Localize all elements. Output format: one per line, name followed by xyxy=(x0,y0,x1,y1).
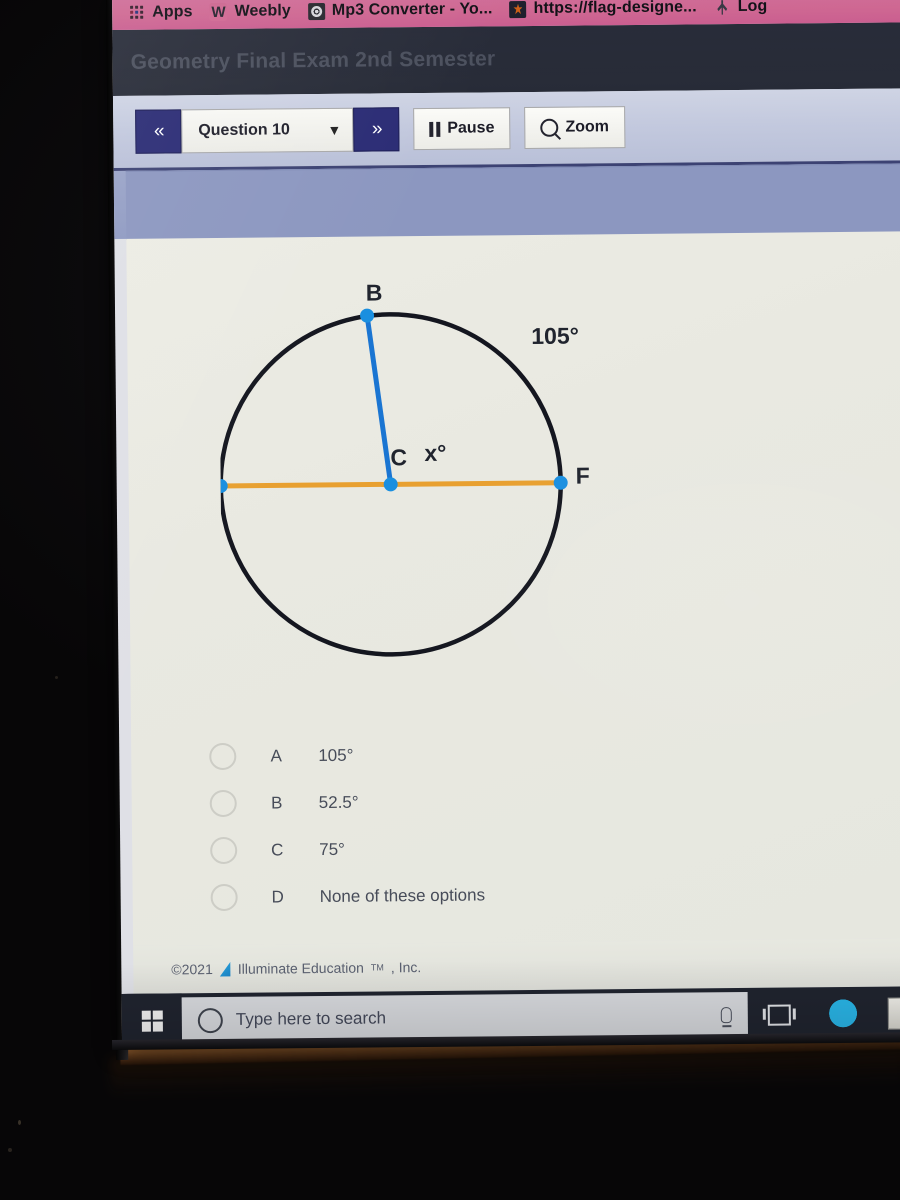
dust-speck xyxy=(18,1120,21,1125)
search-icon xyxy=(540,118,559,137)
microphone-icon[interactable] xyxy=(720,1007,732,1024)
bookmark-flag-designer[interactable]: https://flag-designe... xyxy=(505,0,710,26)
exam-toolbar: « Question 10 ▼ » Pause Zoom xyxy=(112,88,900,171)
radio-button-b[interactable] xyxy=(209,789,237,818)
trademark-symbol: TM xyxy=(370,962,384,973)
previous-question-button[interactable]: « xyxy=(135,109,182,154)
bookmark-label: Mp3 Converter - Yo... xyxy=(331,0,493,19)
question-select-value: Question 10 xyxy=(198,121,290,140)
question-select-dropdown[interactable]: Question 10 ▼ xyxy=(181,107,354,154)
label-point-f: F xyxy=(575,462,590,489)
illuminate-logo-icon xyxy=(220,961,231,976)
bookmark-apps[interactable]: Apps xyxy=(126,0,206,30)
bookmark-log[interactable]: Log xyxy=(710,0,781,24)
page-footer: ©2021 Illuminate Education TM , Inc. xyxy=(133,938,900,994)
bookmark-label: Apps xyxy=(152,3,193,21)
radio-button-a[interactable] xyxy=(209,742,237,771)
point-f-marker xyxy=(553,475,568,490)
cortana-circle-icon[interactable] xyxy=(197,1007,223,1033)
bookmark-label: Log xyxy=(737,0,768,15)
label-point-b: B xyxy=(365,279,383,306)
point-left-marker xyxy=(218,478,228,493)
option-text: 75° xyxy=(319,839,346,859)
question-banner-strip xyxy=(113,163,900,240)
search-input[interactable]: Type here to search xyxy=(236,1005,708,1030)
page-title: Geometry Final Exam 2nd Semester xyxy=(130,47,496,74)
pause-label: Pause xyxy=(447,119,495,137)
answer-option-d[interactable]: D None of these options xyxy=(210,869,770,921)
answer-options-list: A 105° B 52.5° C 75° D None of these opt… xyxy=(209,728,771,921)
option-text: 105° xyxy=(318,745,354,765)
dust-speck xyxy=(8,1148,12,1152)
option-letter: A xyxy=(270,745,283,766)
label-arc-measure: 105° xyxy=(531,322,579,349)
label-center-c: C xyxy=(390,444,408,471)
label-unknown-angle: x° xyxy=(424,439,447,467)
radio-button-c[interactable] xyxy=(210,836,238,865)
copyright-year: ©2021 xyxy=(171,961,213,978)
apps-grid-icon xyxy=(130,5,145,20)
windows-logo-icon xyxy=(141,1010,163,1032)
zoom-button[interactable]: Zoom xyxy=(524,106,626,150)
answer-option-b[interactable]: B 52.5° xyxy=(209,775,770,827)
question-banner-inner xyxy=(125,163,900,240)
option-letter: C xyxy=(270,839,284,860)
question-content-area: B C x° F 105° A 105° B 52.5° C 75° D Non… xyxy=(126,231,900,946)
dust-speck xyxy=(55,676,58,679)
circle-diagram: B C x° F 105° xyxy=(218,266,643,670)
bookmark-mp3-converter[interactable]: Mp3 Converter - Yo... xyxy=(304,0,506,28)
chevron-down-icon: ▼ xyxy=(327,121,342,138)
flag-designer-favicon xyxy=(509,0,527,18)
pause-icon xyxy=(429,121,441,137)
option-text: 52.5° xyxy=(318,792,359,812)
point-c-marker xyxy=(383,477,398,492)
option-text: None of these options xyxy=(319,884,486,906)
option-letter: D xyxy=(271,886,284,907)
point-b-marker xyxy=(360,308,375,323)
radio-button-d[interactable] xyxy=(210,883,238,912)
bookmark-label: Weebly xyxy=(234,2,291,20)
option-letter: B xyxy=(270,792,283,813)
radius-segment xyxy=(364,315,394,485)
mp3-converter-favicon xyxy=(307,2,325,20)
weebly-favicon: W xyxy=(209,2,228,22)
next-question-button[interactable]: » xyxy=(353,107,400,152)
log-favicon xyxy=(714,0,731,16)
edge-browser-icon: e xyxy=(828,993,863,1034)
laptop-screen: Apps W Weebly Mp3 Converter - Yo... http… xyxy=(112,0,900,1048)
zoom-label: Zoom xyxy=(565,118,610,136)
exam-header: Geometry Final Exam 2nd Semester xyxy=(112,22,900,96)
answer-option-c[interactable]: C 75° xyxy=(210,822,770,874)
task-view-icon xyxy=(767,1004,791,1026)
answer-option-a[interactable]: A 105° xyxy=(209,728,769,780)
company-name: Illuminate Education xyxy=(237,959,364,977)
bookmark-weebly[interactable]: W Weebly xyxy=(205,0,304,29)
bookmark-label: https://flag-designe... xyxy=(533,0,697,17)
app-icon xyxy=(887,997,900,1030)
company-suffix: , Inc. xyxy=(390,959,422,976)
pause-button[interactable]: Pause xyxy=(413,107,511,151)
